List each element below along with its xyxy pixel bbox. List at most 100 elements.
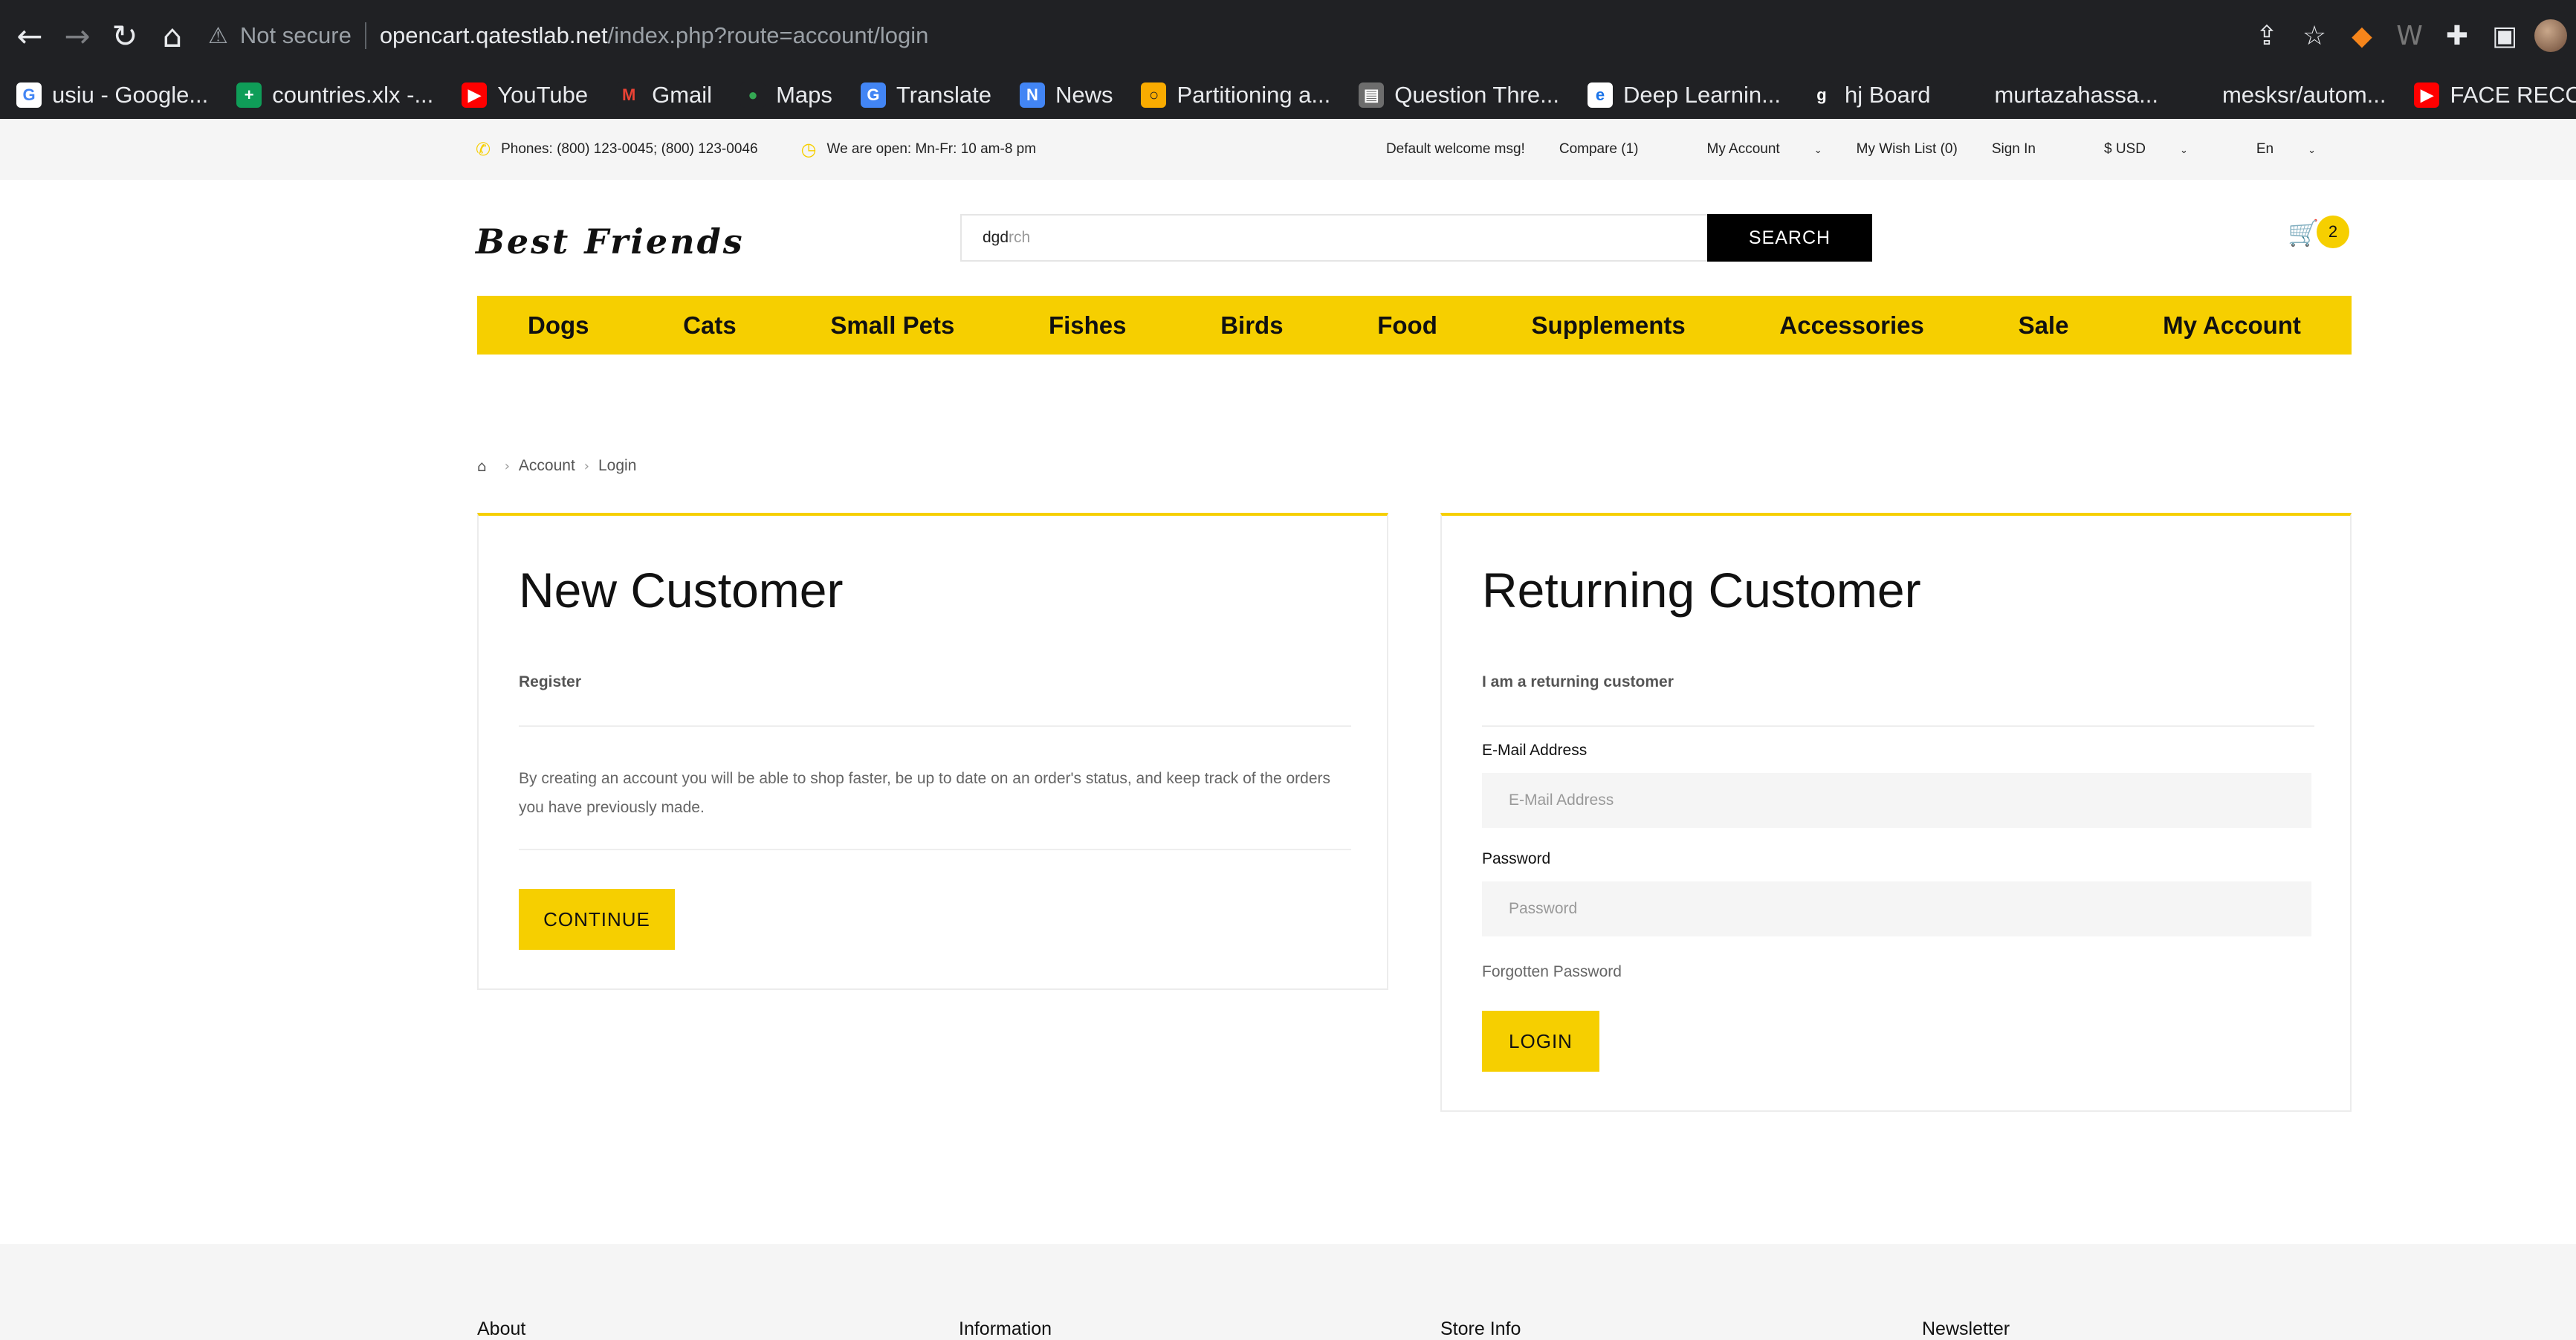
- search-typed-text: dgd: [983, 229, 1009, 246]
- bookmark-item[interactable]: e Deep Learnin...: [1571, 71, 1793, 119]
- footer: About Information Store Info Newsletter: [0, 1244, 2576, 1340]
- compare-link[interactable]: Compare (1): [1559, 141, 1639, 158]
- breadcrumb-login[interactable]: Login: [598, 457, 636, 475]
- bookmark-item[interactable]: ▶ YouTube: [445, 71, 600, 119]
- search-input[interactable]: dgd rch: [960, 214, 1708, 262]
- chevron-down-icon: ⌄: [2179, 145, 2188, 156]
- menu-item-cats[interactable]: Cats: [683, 311, 737, 340]
- chevron-down-icon: ⌄: [1813, 145, 1822, 156]
- clock-icon: ◷: [800, 139, 817, 160]
- menu-item-fishes[interactable]: Fishes: [1049, 311, 1127, 340]
- github-icon: [1958, 82, 1984, 108]
- youtube-icon: ▶: [462, 82, 488, 108]
- bookmark-label: News: [1055, 82, 1113, 108]
- bookmark-item[interactable]: ▶ FACE RECOGN...: [2398, 71, 2576, 119]
- bookmark-item[interactable]: ● Maps: [724, 71, 844, 119]
- puzzle-icon[interactable]: ✚: [2433, 13, 2481, 58]
- menu-item-food[interactable]: Food: [1377, 311, 1437, 340]
- bookmark-item[interactable]: murtazahassa...: [1942, 71, 2170, 119]
- bookmark-item[interactable]: + countries.xlx -...: [220, 71, 445, 119]
- bookmark-item[interactable]: M Gmail: [600, 71, 724, 119]
- bookmark-item[interactable]: N News: [1003, 71, 1125, 119]
- search-button[interactable]: SEARCH: [1707, 214, 1872, 262]
- email-field[interactable]: E-Mail Address: [1482, 773, 2311, 828]
- footer-heading-about: About: [477, 1318, 526, 1339]
- question-icon: ▤: [1359, 82, 1385, 108]
- cart-count-badge[interactable]: 2: [2317, 216, 2349, 248]
- menu-item-supplements[interactable]: Supplements: [1532, 311, 1686, 340]
- reload-icon[interactable]: ↻: [103, 13, 147, 58]
- new-customer-panel: New Customer Register By creating an acc…: [477, 513, 1388, 990]
- bookmark-label: Gmail: [652, 82, 713, 108]
- email-placeholder: E-Mail Address: [1509, 792, 1614, 809]
- bookmark-item[interactable]: ○ Partitioning a...: [1124, 71, 1342, 119]
- bookmark-label: hj Board: [1844, 82, 1931, 108]
- forward-arrow-icon[interactable]: →: [55, 13, 100, 58]
- menu-item-birds[interactable]: Birds: [1220, 311, 1283, 340]
- menu-item-sale[interactable]: Sale: [2019, 311, 2069, 340]
- email-label: E-Mail Address: [1482, 742, 1588, 759]
- translate-icon: G: [860, 82, 886, 108]
- currency-dropdown[interactable]: $ USD ⌄: [2070, 141, 2188, 158]
- breadcrumb-account[interactable]: Account: [519, 457, 575, 475]
- share-icon[interactable]: ⇪: [2243, 13, 2291, 58]
- partition-icon: ○: [1141, 82, 1167, 108]
- browser-toolbar: ← → ↻ ⌂ ⚠ Not secure opencart.qatestlab.…: [0, 0, 2576, 71]
- chevron-down-icon: ⌄: [2308, 145, 2316, 156]
- wishlist-link[interactable]: My Wish List (0): [1857, 141, 1958, 158]
- divider: [519, 849, 1351, 850]
- bookmark-item[interactable]: ▤ Question Thre...: [1342, 71, 1571, 119]
- url-path: /index.php?route=account/login: [607, 22, 929, 48]
- divider: [519, 725, 1351, 727]
- divider: [1482, 725, 2314, 727]
- home-icon[interactable]: ⌂: [150, 13, 195, 58]
- footer-heading-information: Information: [959, 1318, 1052, 1339]
- toolbar-actions: ⇪ ☆ ◆ W ✚ ▣: [2243, 13, 2576, 58]
- bookmarks-bar: Gusiu - Google... + countries.xlx -... ▶ You…: [0, 71, 2576, 120]
- language-dropdown[interactable]: En ⌄: [2222, 141, 2316, 158]
- bookmark-label: Translate: [896, 82, 991, 108]
- sidebar-icon[interactable]: ▣: [2481, 13, 2528, 58]
- my-account-dropdown[interactable]: My Account ⌄: [1673, 141, 1822, 158]
- extension-w-icon[interactable]: W: [2386, 13, 2433, 58]
- bookmark-item[interactable]: G Translate: [844, 71, 1003, 119]
- welcome-message: Default welcome msg!: [1385, 141, 1525, 157]
- chevron-right-icon: ›: [504, 458, 510, 474]
- my-account-label: My Account: [1706, 141, 1780, 157]
- gmail-icon: M: [616, 82, 642, 108]
- home-icon[interactable]: ⌂: [477, 457, 487, 475]
- news-icon: N: [1019, 82, 1045, 108]
- footer-heading-store-info: Store Info: [1440, 1318, 1521, 1339]
- metamask-extension-icon[interactable]: ◆: [2338, 13, 2386, 58]
- bookmark-label: Question Thre...: [1394, 82, 1559, 108]
- bookmark-item[interactable]: Gusiu - Google...: [0, 71, 220, 119]
- store-logo[interactable]: Best Friends: [476, 221, 745, 262]
- forgotten-password-link[interactable]: Forgotten Password: [1482, 963, 1622, 981]
- sign-in-link[interactable]: Sign In: [1992, 141, 2036, 158]
- menu-item-accessories[interactable]: Accessories: [1779, 311, 1923, 340]
- menu-item-dogs[interactable]: Dogs: [528, 311, 589, 340]
- bookmark-label: countries.xlx -...: [272, 82, 434, 108]
- register-subtitle: Register: [519, 673, 582, 690]
- returning-customer-title: Returning Customer: [1482, 563, 1921, 618]
- password-label: Password: [1482, 850, 1551, 867]
- bookmark-label: Deep Learnin...: [1622, 82, 1781, 108]
- divider: [364, 22, 366, 49]
- github-icon: [2186, 82, 2212, 108]
- back-arrow-icon[interactable]: ←: [7, 13, 52, 58]
- new-customer-title: New Customer: [519, 563, 844, 618]
- bookmark-label: murtazahassa...: [1994, 82, 2158, 108]
- address-bar[interactable]: ⚠ Not secure opencart.qatestlab.net/inde…: [208, 10, 2185, 61]
- login-button[interactable]: LOGIN: [1482, 1011, 1599, 1072]
- password-field[interactable]: Password: [1482, 881, 2311, 936]
- language-label: En: [2256, 141, 2274, 157]
- cart-icon[interactable]: 🛒: [2288, 219, 2319, 248]
- warning-icon: ⚠: [208, 22, 228, 49]
- star-icon[interactable]: ☆: [2291, 13, 2338, 58]
- bookmark-item[interactable]: mesksr/autom...: [2170, 71, 2398, 119]
- menu-item-small-pets[interactable]: Small Pets: [830, 311, 954, 340]
- profile-avatar[interactable]: [2534, 19, 2567, 52]
- menu-item-my-account[interactable]: My Account: [2163, 311, 2301, 340]
- continue-button[interactable]: CONTINUE: [519, 889, 675, 950]
- bookmark-item[interactable]: g hj Board: [1793, 71, 1942, 119]
